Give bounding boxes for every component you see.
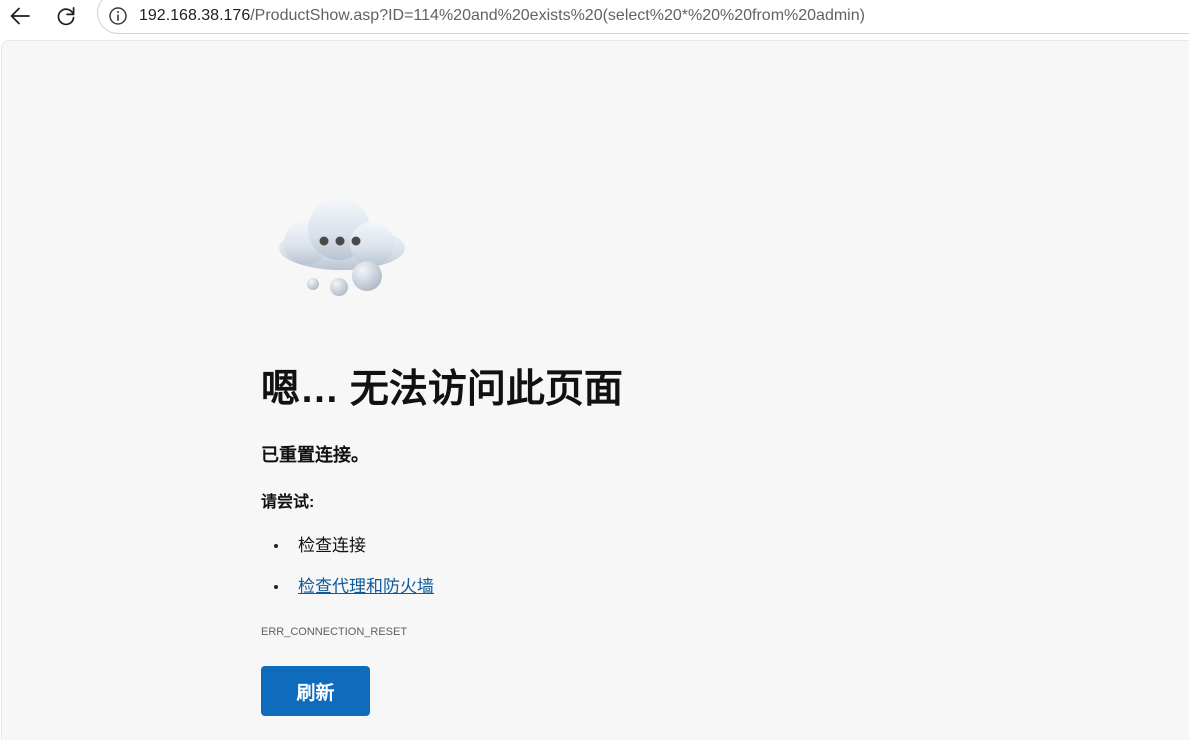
- reload-icon: [57, 6, 75, 26]
- reload-button[interactable]: [49, 0, 83, 32]
- bullet-icon: [274, 585, 278, 589]
- list-item: 检查代理和防火墙: [261, 573, 434, 614]
- list-item: 检查连接: [261, 532, 434, 573]
- bullet-icon: [274, 544, 278, 548]
- url-host: 192.168.38.176: [139, 7, 251, 24]
- address-bar[interactable]: 192.168.38.176/ProductShow.asp?ID=114%20…: [97, 0, 1189, 34]
- info-icon[interactable]: [108, 6, 128, 26]
- back-button[interactable]: [3, 0, 37, 32]
- page-title: 嗯… 无法访问此页面: [261, 368, 623, 411]
- try-label: 请尝试:: [261, 494, 315, 511]
- suggestion-list: 检查连接 检查代理和防火墙: [261, 532, 434, 614]
- error-code: ERR_CONNECTION_RESET: [261, 626, 408, 638]
- suggestion-check-connection: 检查连接: [298, 536, 366, 555]
- proxy-firewall-link[interactable]: 检查代理和防火墙: [298, 577, 434, 596]
- browser-toolbar: 192.168.38.176/ProductShow.asp?ID=114%20…: [0, 0, 1189, 34]
- url-text[interactable]: 192.168.38.176/ProductShow.asp?ID=114%20…: [139, 6, 865, 26]
- cloud-thinking-icon: [272, 196, 412, 306]
- refresh-button[interactable]: 刷新: [261, 666, 370, 716]
- url-path: /ProductShow.asp?ID=114%20and%20exists%2…: [250, 7, 865, 24]
- back-arrow-icon: [10, 7, 30, 25]
- error-subtitle: 已重置连接。: [261, 445, 369, 465]
